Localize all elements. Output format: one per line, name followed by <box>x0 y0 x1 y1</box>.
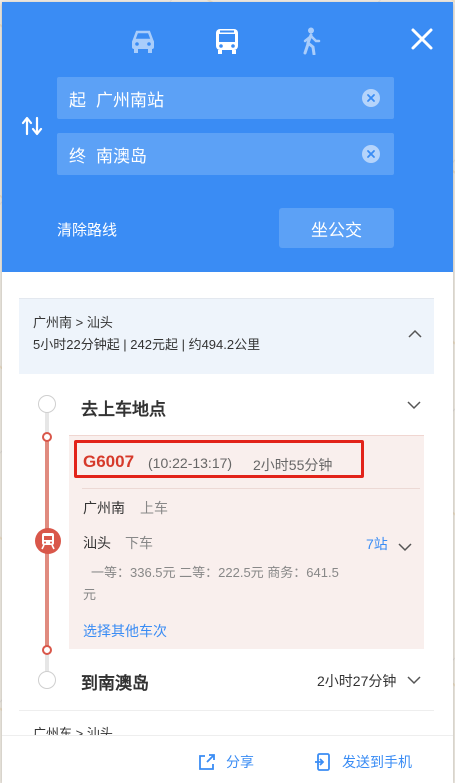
arrive-step-title[interactable]: 到南澳岛 <box>81 669 149 694</box>
train-icon <box>35 528 61 554</box>
ticket-price: 一等：336.5元 二等：222.5元 商务：641.5元 <box>83 565 339 602</box>
step-node-start <box>38 395 56 413</box>
start-tag: 起 <box>69 90 86 110</box>
chevron-down-icon[interactable] <box>398 542 412 552</box>
stops-count[interactable]: 7站 <box>366 534 388 554</box>
mode-bus[interactable] <box>212 26 242 56</box>
bottom-bar: 分享 发送到手机 <box>2 735 453 783</box>
close-icon <box>411 28 433 50</box>
send-to-phone-label: 发送到手机 <box>342 754 412 770</box>
clear-route-link[interactable]: 清除路线 <box>57 219 117 240</box>
share-label: 分享 <box>226 754 254 770</box>
car-icon <box>132 30 154 53</box>
board-station: 广州南 <box>83 500 125 516</box>
start-field[interactable]: 起 广州南站 <box>57 77 394 119</box>
next-route-option[interactable]: 广州东 > 汕头 <box>19 710 434 736</box>
clear-start-button[interactable] <box>362 89 380 107</box>
train-number[interactable]: G6007 <box>83 452 134 472</box>
route-panel: 起 广州南站 终 南澳岛 清除路线 坐公交 广州南 > 汕头 5小时22分钟起 … <box>2 2 453 783</box>
share-icon <box>199 754 215 770</box>
close-button[interactable] <box>409 26 435 52</box>
chevron-down-icon[interactable] <box>407 675 421 685</box>
send-phone-icon <box>315 753 330 771</box>
step-node-end <box>38 671 56 689</box>
bus-icon <box>216 29 238 54</box>
chevron-down-icon[interactable] <box>407 400 421 410</box>
chevron-up-icon <box>408 329 422 338</box>
train-time: (10:22-13:17) <box>148 455 233 471</box>
step-node-board <box>42 432 52 442</box>
clear-end-button[interactable] <box>362 145 380 163</box>
other-trains-link[interactable]: 选择其他车次 <box>83 621 167 641</box>
route-header: 起 广州南站 终 南澳岛 清除路线 坐公交 <box>2 2 453 272</box>
arrive-duration: 2小时27分钟 <box>317 673 397 689</box>
share-button[interactable]: 分享 <box>198 752 254 772</box>
start-value: 广州南站 <box>96 90 164 110</box>
end-tag: 终 <box>69 146 86 166</box>
divider <box>82 488 420 489</box>
alight-station: 汕头 <box>83 535 111 551</box>
route-summary[interactable]: 广州南 > 汕头 5小时22分钟起 | 242元起 | 约494.2公里 <box>19 298 434 374</box>
train-duration: 2小时55分钟 <box>253 457 333 473</box>
swap-button[interactable] <box>20 114 44 138</box>
summary-info: 5小时22分钟起 | 242元起 | 约494.2公里 <box>33 337 261 352</box>
send-to-phone-button[interactable]: 发送到手机 <box>314 752 412 772</box>
clear-icon <box>367 150 375 158</box>
end-value: 南澳岛 <box>96 146 147 166</box>
board-action: 上车 <box>140 500 168 516</box>
board-step-title[interactable]: 去上车地点 <box>81 395 166 420</box>
swap-icon <box>21 116 43 136</box>
mode-walk[interactable] <box>296 26 326 56</box>
mode-car[interactable] <box>128 26 158 56</box>
walk-icon <box>303 27 321 55</box>
take-bus-button[interactable]: 坐公交 <box>279 208 394 248</box>
end-field[interactable]: 终 南澳岛 <box>57 133 394 175</box>
step-node-alight <box>42 645 52 655</box>
clear-icon <box>367 94 375 102</box>
alight-action: 下车 <box>125 535 153 551</box>
summary-route: 广州南 > 汕头 <box>33 315 113 330</box>
